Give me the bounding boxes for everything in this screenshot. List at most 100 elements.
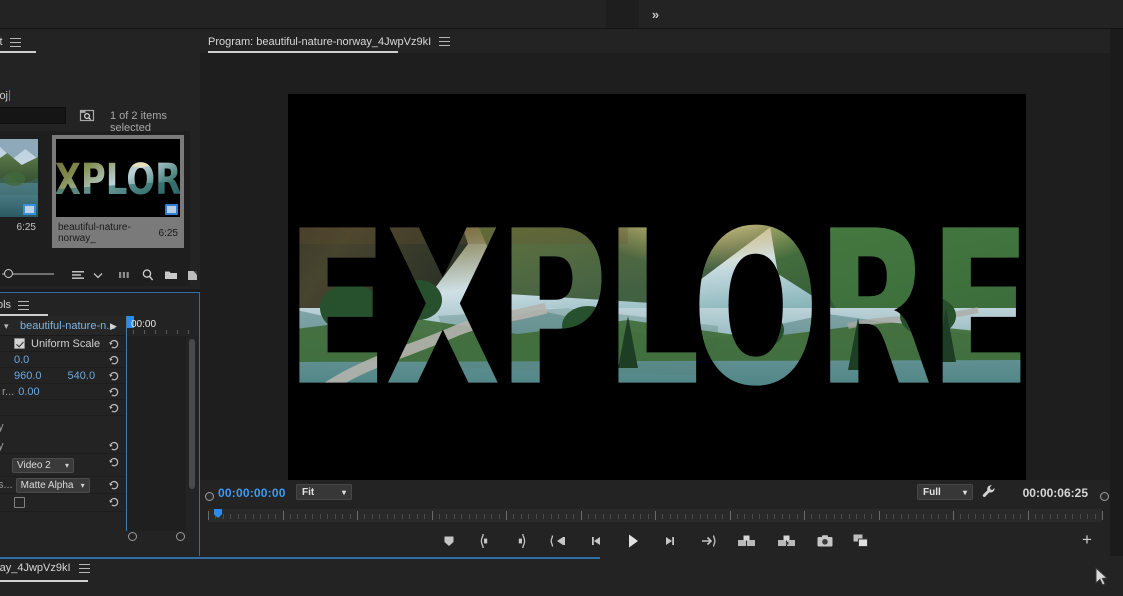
right-rail — [1110, 29, 1123, 556]
top-bar-overflow-segment[interactable] — [606, 0, 639, 29]
uniform-scale-checkbox[interactable] — [14, 338, 25, 349]
wrench-icon[interactable] — [980, 483, 998, 501]
freeform-view-icon[interactable] — [116, 267, 132, 283]
parameter-row-anti-flicker[interactable]: r... 0.00 — [0, 384, 126, 400]
parameter-row-blend[interactable]: y — [0, 438, 126, 454]
panel-menu-icon[interactable] — [78, 563, 90, 573]
time-ruler[interactable]: [] — [208, 509, 1103, 522]
reset-icon[interactable] — [108, 479, 120, 491]
composite-using-dropdown[interactable]: Matte Alpha ▾ — [15, 477, 90, 493]
parameter-value-y[interactable]: 540.0 — [68, 370, 96, 382]
reset-icon[interactable] — [108, 338, 120, 350]
play-only-audio-icon[interactable]: ▶ — [110, 321, 117, 332]
dropdown-value: Video 2 — [17, 459, 51, 471]
parameter-value-x[interactable]: 960.0 — [14, 370, 42, 382]
step-forward-icon[interactable] — [651, 529, 687, 553]
effect-controls-tab-label: ontrols — [0, 299, 12, 311]
matte-track-dropdown[interactable]: Video 2 ▾ — [12, 457, 74, 473]
playhead[interactable] — [214, 509, 222, 522]
effect-controls-keyframe-area[interactable] — [126, 336, 186, 531]
parameter-row-reverse[interactable] — [0, 494, 126, 512]
camera-icon[interactable] — [807, 529, 843, 553]
parameter-row-uniform-scale[interactable]: Uniform Scale — [0, 336, 126, 352]
panel-menu-icon[interactable] — [18, 300, 30, 310]
project-filename: rproj — [0, 90, 11, 102]
effect-controls-parameter-list: Uniform Scale 0.0 960.0 540.0 r... 0.00 … — [0, 336, 126, 512]
lift-icon[interactable] — [727, 529, 767, 553]
list-item[interactable]: way_ 6:25 — [0, 135, 42, 237]
go-to-out-point-icon[interactable] — [687, 529, 727, 553]
new-bin-icon[interactable] — [163, 267, 179, 283]
project-tab-label: ct — [0, 36, 3, 48]
timeline-focus-border — [0, 557, 600, 559]
tab-active-indicator — [0, 51, 36, 53]
zoom-scrollbar-handle-left[interactable] — [205, 492, 214, 501]
extract-icon[interactable] — [767, 529, 807, 553]
chevron-down-icon: ▾ — [64, 460, 69, 470]
list-view-icon[interactable] — [70, 267, 86, 283]
effect-controls-clip-name: beautiful-nature-n... — [20, 320, 116, 332]
parameter-group-header[interactable]: y — [0, 416, 126, 438]
reset-icon[interactable] — [108, 370, 120, 382]
twirl-down-icon[interactable]: ▾ — [4, 321, 9, 332]
tab-project[interactable]: ct — [0, 33, 27, 51]
find-in-bin-icon[interactable] — [79, 107, 95, 123]
chevron-down-icon[interactable] — [90, 267, 106, 283]
playback-resolution-dropdown[interactable]: Full ▾ — [917, 484, 973, 500]
list-item-name: beautiful-nature-norway_ — [58, 222, 131, 244]
parameter-row-blank[interactable] — [0, 400, 126, 416]
duration-timecode[interactable]: 00:00:06:25 — [1023, 486, 1088, 500]
mark-in-icon[interactable] — [467, 529, 503, 553]
reset-icon[interactable] — [108, 386, 120, 398]
parameter-value[interactable]: 0.0 — [14, 354, 29, 366]
tab-program-monitor[interactable]: Program: beautiful-nature-norway_4JwpVz9… — [208, 33, 451, 50]
button-editor-plus-icon[interactable]: + — [1076, 529, 1098, 551]
parameter-row-rotation[interactable]: 0.0 — [0, 352, 126, 368]
search-input[interactable] — [0, 107, 66, 124]
reset-icon[interactable] — [108, 440, 120, 452]
play-icon[interactable] — [615, 529, 651, 553]
step-back-icon[interactable] — [579, 529, 615, 553]
timeline-tab-label: rway_4JwpVz9kI — [0, 562, 71, 574]
current-timecode[interactable]: 00:00:00:00 — [218, 486, 286, 500]
video-frame[interactable]: EXPLORE — [288, 94, 1026, 510]
tab-timeline-sequence[interactable]: rway_4JwpVz9kI — [0, 562, 90, 574]
effect-controls-horizontal-scrollbar[interactable] — [126, 531, 186, 541]
reset-icon[interactable] — [108, 354, 120, 366]
panel-menu-icon[interactable] — [439, 37, 451, 46]
zoom-level-dropdown[interactable]: Fit ▾ — [296, 484, 352, 500]
comparison-view-icon[interactable] — [843, 529, 879, 553]
thumbnail-size-slider-knob[interactable] — [4, 269, 13, 278]
effect-controls-tabstrip: ontrols — [0, 293, 198, 316]
tab-effect-controls[interactable]: ontrols — [0, 296, 35, 314]
mark-out-icon[interactable] — [503, 529, 539, 553]
chevron-down-icon: ▾ — [962, 487, 967, 497]
effect-controls-timeline-ruler[interactable]: 00:00 — [126, 316, 198, 336]
list-item-duration: 6:25 — [16, 222, 36, 233]
panel-menu-icon[interactable] — [9, 37, 21, 47]
new-item-icon[interactable] — [185, 267, 201, 283]
reverse-checkbox[interactable] — [14, 497, 25, 508]
zoom-scrollbar-handle-right[interactable] — [1100, 492, 1109, 501]
go-to-in-point-icon[interactable] — [539, 529, 579, 553]
add-marker-icon[interactable] — [431, 529, 467, 553]
parameter-label: s... — [0, 479, 13, 491]
list-item-selected[interactable]: EXPLORE beau — [52, 135, 184, 248]
scrollbar-handle-right[interactable] — [176, 532, 185, 541]
effect-controls-vertical-scrollbar[interactable] — [189, 339, 195, 489]
reset-icon[interactable] — [108, 496, 120, 508]
parameter-value[interactable]: 0.00 — [18, 386, 39, 398]
search-icon[interactable] — [140, 267, 156, 283]
parameter-row-anchor-point[interactable]: 960.0 540.0 — [0, 368, 126, 384]
scrollbar-handle-left[interactable] — [128, 532, 137, 541]
double-chevron-right-icon[interactable]: » — [645, 7, 665, 23]
sequence-icon — [165, 204, 178, 215]
reset-icon[interactable] — [108, 402, 120, 414]
parameter-row-matte-track[interactable]: Video 2 ▾ — [0, 454, 126, 477]
effect-controls-panel: ontrols ▾ beautiful-nature-n... ▶ 00:00 — [0, 292, 200, 582]
parameter-row-composite-using[interactable]: s... Matte Alpha ▾ — [0, 477, 126, 494]
reset-icon[interactable] — [108, 456, 120, 468]
zoom-level-value: Fit — [302, 486, 315, 498]
premiere-pro-window: » ct rproj 1 of — [0, 0, 1123, 596]
list-item-meta: beautiful-nature-norway_ 6:25 — [56, 222, 180, 244]
